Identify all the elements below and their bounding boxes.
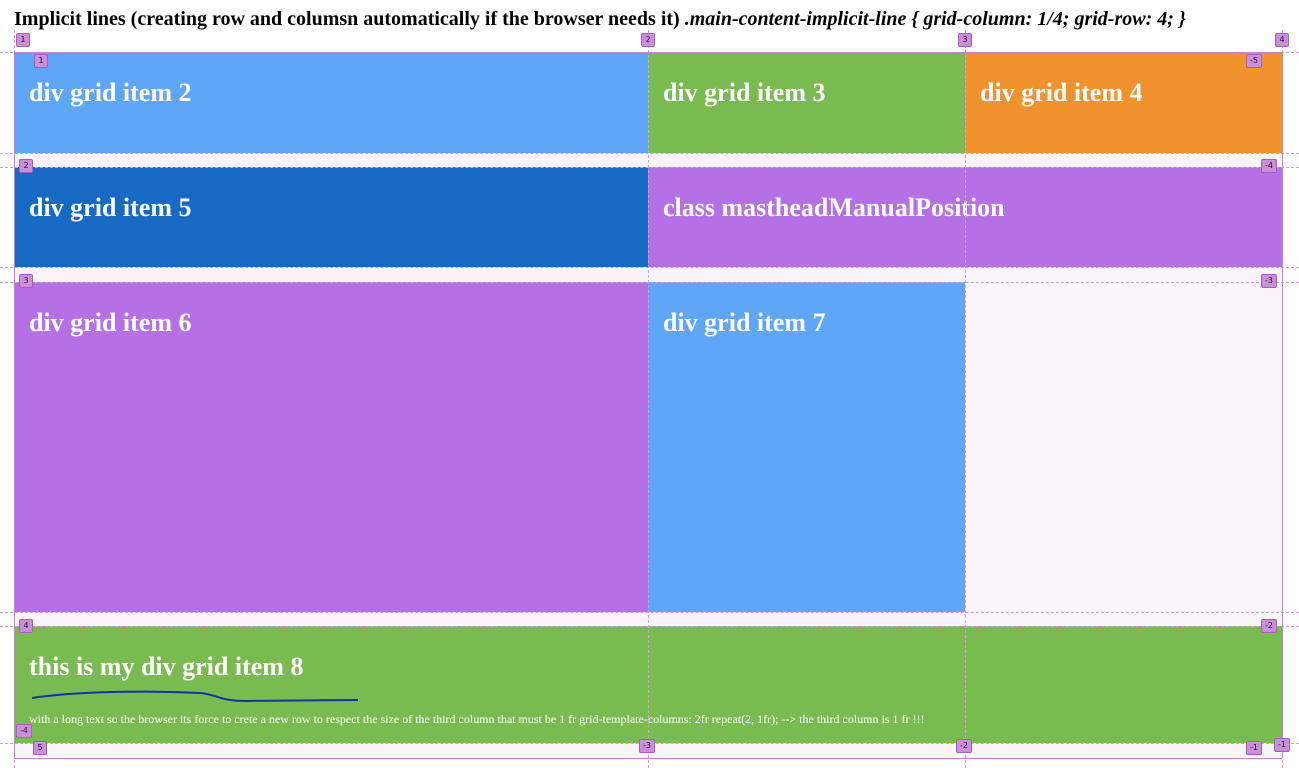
row-line-badge: -4: [16, 724, 32, 738]
col-line-badge-bottom: -2: [956, 739, 972, 753]
grid-item-6: div grid item 6: [14, 282, 648, 612]
grid-item-3-label: div grid item 3: [663, 78, 826, 107]
grid-line-col-3: [965, 30, 966, 768]
row-line-badge: 1: [34, 54, 48, 68]
col-line-badge: 3: [958, 33, 972, 47]
grid-line-row-2b: [0, 167, 1299, 168]
grid-item-7: div grid item 7: [648, 282, 965, 612]
row-line-badge: 3: [19, 274, 33, 288]
grid-item-7-label: div grid item 7: [663, 308, 826, 337]
grid-item-6-label: div grid item 6: [29, 308, 192, 337]
row-line-badge-negative: -5: [1246, 54, 1262, 68]
grid-line-row-4a: [0, 612, 1299, 613]
masthead-label: class mastheadManualPosition: [663, 193, 1005, 222]
row-line-badge-negative: -4: [1261, 159, 1277, 173]
row-line-badge: 4: [19, 619, 33, 633]
heading-code: .main-content-implicit-line { grid-colum…: [684, 8, 1186, 30]
grid-outline-bottom: [14, 758, 1282, 759]
heading-text: Implicit lines (creating row and columsn…: [14, 8, 685, 30]
grid-item-8-title: this is my div grid item 8: [29, 652, 304, 681]
grid-outline-right: [1282, 52, 1283, 758]
grid-item-5-label: div grid item 5: [29, 193, 192, 222]
grid-item-4-label: div grid item 4: [980, 78, 1143, 107]
grid-line-row-4b: [0, 626, 1299, 627]
row-line-badge: 2: [19, 159, 33, 173]
col-line-badge: 2: [641, 33, 655, 47]
underline-scribble: [31, 690, 359, 703]
row-line-badge-negative: -3: [1261, 274, 1277, 288]
grid-line-col-2: [648, 30, 649, 768]
grid-outline-left: [14, 52, 15, 758]
grid-line-row-3a: [0, 267, 1299, 268]
grid-item-2: div grid item 2: [14, 52, 648, 153]
page-heading: Implicit lines (creating row and columsn…: [14, 8, 1294, 31]
grid-item-8-text: with a long text so the browser its forc…: [29, 712, 925, 726]
col-line-badge: 4: [1275, 33, 1289, 47]
grid-item-2-label: div grid item 2: [29, 78, 192, 107]
grid-outline-top: [14, 52, 1282, 53]
grid-item-4: div grid item 4: [965, 52, 1282, 153]
col-line-badge-bottom: -3: [639, 739, 655, 753]
grid-line-row-3b: [0, 282, 1299, 283]
grid-item-3: div grid item 3: [648, 52, 965, 153]
row-line-badge-negative: -1: [1274, 738, 1290, 752]
grid-item-5: div grid item 5: [14, 167, 648, 267]
col-line-badge: 1: [16, 33, 30, 47]
grid-line-row-2a: [0, 153, 1299, 154]
row-line-badge-negative: -2: [1261, 619, 1277, 633]
col-line-badge-bottom: -1: [1246, 741, 1262, 755]
col-line-badge-bottom: 5: [33, 741, 47, 755]
